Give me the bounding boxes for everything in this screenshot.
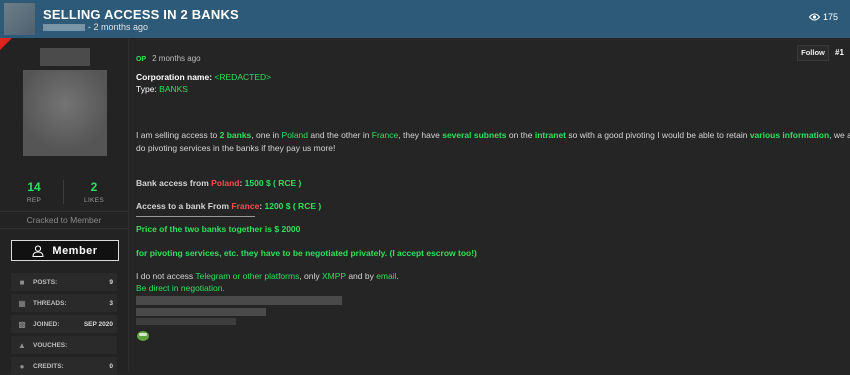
text: , we also (829, 130, 850, 140)
combined-price-line: Price of the two banks together is $ 200… (136, 224, 301, 234)
highlight: various information (749, 130, 830, 140)
country-poland: Poland (211, 178, 240, 188)
op-corner-marker (0, 38, 12, 50)
type-value: BANKS (159, 84, 188, 94)
thread-meta: - 2 months ago (43, 22, 148, 32)
corp-value: <REDACTED> (214, 72, 272, 82)
highlight: intranet (534, 130, 567, 140)
text: . (396, 271, 399, 281)
thread-title[interactable]: SELLING ACCESS IN 2 BANKS (43, 7, 239, 22)
post-paragraph-1: I am selling access to 2 banks, one in P… (136, 130, 850, 140)
redacted-contact-3 (136, 318, 236, 325)
stat-row-threads: ▦ THREADS: 3 (11, 294, 117, 312)
pivoting-line: for pivoting services, etc. they have to… (136, 248, 477, 258)
highlight: Poland (281, 130, 308, 140)
follow-button[interactable]: Follow (797, 45, 829, 61)
text: , only (299, 271, 323, 281)
pepe-emoji-icon (137, 331, 149, 341)
username-redacted[interactable] (40, 48, 90, 66)
thread-header: SELLING ACCESS IN 2 BANKS - 2 months ago… (0, 0, 850, 38)
post-meta: OP 2 months ago (136, 54, 201, 63)
author-name-redacted[interactable] (43, 24, 85, 32)
corp-label: Corporation name: (136, 72, 215, 82)
text: , they have (398, 130, 443, 140)
redacted-contact-2 (136, 308, 266, 316)
credits-label: CREDITS: (33, 362, 64, 370)
eye-icon (808, 13, 820, 21)
text: on the (506, 130, 535, 140)
type-line: Type: BANKS (136, 84, 188, 94)
highlight: email (376, 271, 397, 281)
vouches-label: VOUCHES: (33, 341, 68, 349)
joined-value: SEP 2020 (83, 320, 113, 328)
contact-line: I do not access Telegram or other platfo… (136, 271, 399, 281)
type-label: Type: (136, 84, 160, 94)
likes-stat[interactable]: 2 LIKES (64, 180, 124, 204)
likes-value: 2 (90, 180, 98, 194)
text: Bank access from (136, 178, 212, 188)
post-time: 2 months ago (152, 54, 201, 63)
posts-label: POSTS: (33, 278, 58, 286)
france-price-line: Access to a bank From France: 1200 $ ( R… (136, 201, 321, 211)
text: and the other in (308, 130, 372, 140)
price-france: 1200 $ ( RCE ) (264, 201, 322, 211)
op-badge: OP (136, 56, 147, 63)
highlight: Telegram or other platforms (195, 271, 300, 281)
member-badge-label: Member (52, 244, 98, 257)
text: so with a good pivoting I would be able … (566, 130, 750, 140)
thread-thumbnail[interactable] (4, 3, 35, 35)
text: and by (345, 271, 377, 281)
rep-stat[interactable]: 14 REP (4, 180, 64, 204)
threads-label: THREADS: (33, 299, 67, 307)
stat-row-joined: ▩ JOINED: SEP 2020 (11, 315, 117, 333)
stat-row-credits: ● CREDITS: 0 (11, 357, 117, 375)
stat-row-vouches: ▲ VOUCHES: (11, 336, 117, 354)
text: I do not access (136, 271, 196, 281)
post-number[interactable]: #1 (835, 48, 844, 57)
text: , one in (251, 130, 282, 140)
highlight: France (371, 130, 399, 140)
poland-price-line: Bank access from Poland: 1500 $ ( RCE ) (136, 178, 301, 188)
highlight: several subnets (442, 130, 507, 140)
view-count: 175 (808, 12, 838, 22)
joined-label: JOINED: (33, 320, 60, 328)
direct-line: Be direct in negotiation. (136, 283, 225, 293)
comments-icon: ■ (19, 277, 25, 287)
threads-value: 3 (109, 299, 113, 307)
price-poland: 1500 $ ( RCE ) (244, 178, 302, 188)
text: Access to a bank From (136, 201, 232, 211)
user-rank: Cracked to Member (0, 211, 128, 229)
post-paragraph-1-cont: do pivoting services in the banks if the… (136, 143, 336, 153)
user-icon (32, 245, 44, 257)
threads-icon: ▦ (18, 298, 26, 308)
likes-label: LIKES (84, 197, 104, 204)
divider-line (136, 216, 255, 217)
redacted-contact-1 (136, 296, 342, 305)
thumbs-up-icon: ▲ (18, 340, 26, 350)
view-count-value: 175 (822, 12, 838, 22)
highlight: 2 banks (219, 130, 252, 140)
calendar-icon: ▩ (18, 319, 26, 329)
text: I am selling access to (136, 130, 220, 140)
credits-icon: ● (19, 361, 25, 371)
credits-value: 0 (109, 362, 113, 370)
rep-value: 14 (27, 180, 41, 194)
member-badge: Member (11, 240, 119, 261)
rep-label: REP (26, 197, 42, 204)
stat-row-posts: ■ POSTS: 9 (11, 273, 117, 291)
avatar[interactable] (23, 70, 107, 156)
posts-value: 9 (109, 278, 113, 286)
country-france: France (231, 201, 260, 211)
highlight: XMPP (322, 271, 346, 281)
thread-time: - 2 months ago (88, 22, 149, 32)
corp-line: Corporation name: <REDACTED> (136, 72, 271, 82)
